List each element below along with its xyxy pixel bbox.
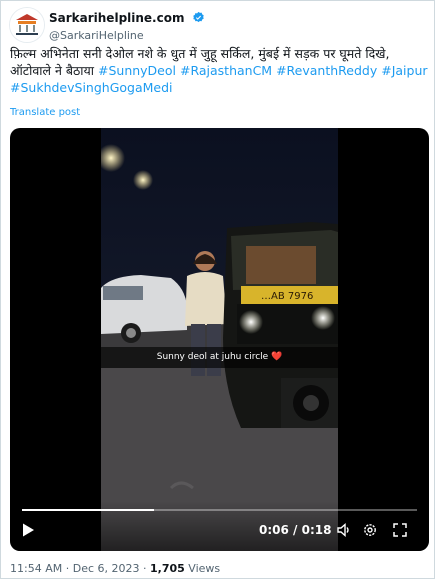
video-frame[interactable]: …AB 7976 Sunny deol at juhu circle ❤️ <box>101 128 338 551</box>
video-controls: 0:06 / 0:18 <box>10 501 429 551</box>
tweet-text: फ़िल्म अभिनेता सनी देओल नशे के धुत में ज… <box>10 45 428 96</box>
tweet-date[interactable]: Dec 6, 2023 <box>73 562 140 575</box>
settings-icon[interactable] <box>362 522 378 538</box>
avatar[interactable] <box>9 7 45 43</box>
fullscreen-icon[interactable] <box>392 522 408 538</box>
auto-plate-text: …AB 7976 <box>261 291 313 302</box>
hashtag-link[interactable]: #SunnyDeol <box>98 63 176 78</box>
sarkarihelpline-logo-icon <box>10 8 44 42</box>
volume-icon[interactable] <box>336 522 352 538</box>
meta-separator: · <box>139 562 150 575</box>
hashtag-link[interactable]: #RevanthReddy <box>276 63 377 78</box>
video-still-image: …AB 7976 <box>101 128 338 551</box>
video-time-total: 0:18 <box>301 523 332 537</box>
video-time: 0:06 / 0:18 <box>259 523 331 537</box>
video-player[interactable]: …AB 7976 Sunny deol at juhu circle ❤️ 0:… <box>10 128 429 551</box>
author-handle[interactable]: @SarkariHelpline <box>49 29 205 42</box>
tweet-meta: 11:54 AM · Dec 6, 2023 · 1,705 Views <box>10 562 220 575</box>
play-icon[interactable] <box>20 522 36 538</box>
tweet-card: Sarkarihelpline.com @SarkariHelpline फ़ि… <box>0 0 435 579</box>
author-display-name[interactable]: Sarkarihelpline.com <box>49 11 184 25</box>
video-time-separator: / <box>288 523 302 537</box>
hashtag-link[interactable]: #RajasthanCM <box>180 63 272 78</box>
hashtag-link[interactable]: #Jaipur <box>381 63 427 78</box>
author-block: Sarkarihelpline.com @SarkariHelpline <box>49 7 205 42</box>
video-time-current: 0:06 <box>259 523 289 537</box>
tweet-time[interactable]: 11:54 AM <box>10 562 62 575</box>
views-label: Views <box>184 562 221 575</box>
translate-post-link[interactable]: Translate post <box>10 107 80 118</box>
video-progress-bar[interactable] <box>22 509 417 511</box>
views-count: 1,705 <box>150 562 185 575</box>
meta-separator: · <box>62 562 73 575</box>
verified-badge-icon <box>192 11 204 23</box>
video-progress-fill <box>22 509 154 511</box>
video-caption: Sunny deol at juhu circle ❤️ <box>101 347 338 368</box>
hashtag-link[interactable]: #SukhdevSinghGogaMedi <box>10 80 173 95</box>
